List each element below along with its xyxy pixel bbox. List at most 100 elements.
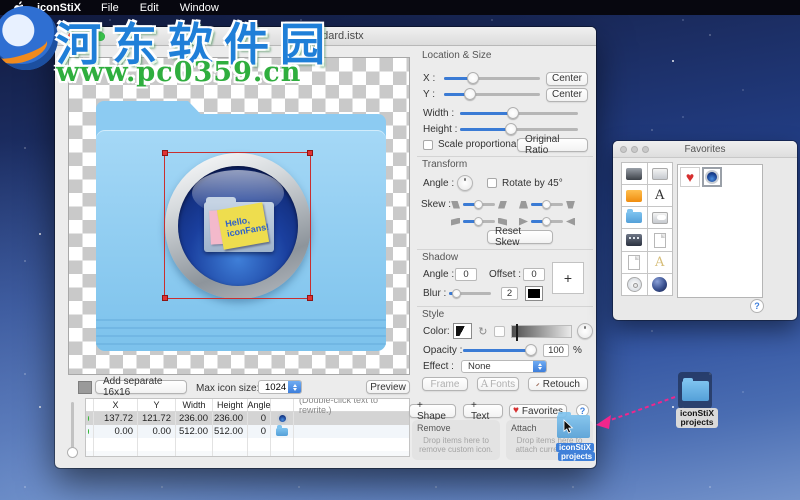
grid-item[interactable]	[648, 163, 673, 184]
blur-slider-thumb[interactable]	[452, 289, 461, 298]
cell-angle[interactable]: 0	[248, 425, 271, 438]
color-swatch-icon[interactable]	[454, 324, 471, 338]
table-row[interactable]: 0.00 0.00 512.00 512.00 0	[86, 425, 409, 438]
palette-titlebar[interactable]: Favorites	[613, 141, 797, 158]
refresh-icon[interactable]: ↻	[478, 325, 487, 338]
cell-x[interactable]: 0.00	[94, 425, 138, 438]
skew-slider-2[interactable]	[531, 203, 563, 206]
original-ratio-button[interactable]: Original Ratio	[517, 138, 588, 152]
rotate45-checkbox[interactable]	[487, 178, 497, 188]
favorite-item-heart[interactable]: ♥	[680, 167, 700, 187]
grid-item[interactable]: A	[648, 185, 673, 206]
selection-rect[interactable]	[164, 152, 311, 299]
width-slider[interactable]	[460, 112, 578, 115]
remove-dropzone[interactable]: Remove Drop items here to remove custom …	[412, 420, 500, 460]
grid-item[interactable]	[622, 207, 647, 228]
y-slider-thumb[interactable]	[464, 88, 476, 100]
width-slider-thumb[interactable]	[507, 107, 519, 119]
color-well[interactable]	[494, 326, 505, 337]
palette-close-button[interactable]	[620, 146, 627, 153]
cell-height[interactable]: 512.00	[213, 425, 248, 438]
center-y-button[interactable]: Center	[546, 88, 588, 102]
shadow-offset-field[interactable]: 0	[523, 268, 545, 281]
cell-height[interactable]: 236.00	[213, 412, 248, 425]
layers-table[interactable]: X Y Width Height Angle (Double-click tex…	[85, 398, 410, 457]
fonts-button[interactable]: A Fonts	[477, 377, 519, 391]
drag-ghost[interactable]	[557, 415, 590, 438]
frame-button[interactable]: Frame	[422, 377, 468, 391]
menu-app-name[interactable]: iconStiX	[37, 2, 81, 14]
skew-slider-1[interactable]	[463, 203, 495, 206]
grid-item[interactable]	[622, 274, 647, 295]
palette-minimize-button[interactable]	[631, 146, 638, 153]
desktop-icon-iconstix-projects[interactable]	[678, 372, 712, 409]
gradient-slider[interactable]	[511, 325, 572, 338]
selection-handle-bottomleft[interactable]	[162, 295, 168, 301]
cell-y[interactable]: 121.72	[138, 412, 176, 425]
menu-item-window[interactable]: Window	[180, 2, 219, 14]
grid-item[interactable]	[648, 274, 673, 295]
skew-slider-4-thumb[interactable]	[542, 217, 551, 226]
cell-x[interactable]: 137.72	[94, 412, 138, 425]
skew-slider-3-thumb[interactable]	[474, 217, 483, 226]
max-icon-size-stepper[interactable]: 1024	[258, 380, 302, 394]
angle-dial[interactable]	[457, 175, 473, 191]
skew-slider-4[interactable]	[531, 220, 563, 223]
window-titlebar[interactable]: standard.istx	[55, 27, 596, 46]
selection-handle-topright[interactable]	[307, 150, 313, 156]
menu-item-edit[interactable]: Edit	[140, 2, 159, 14]
cell-y[interactable]: 0.00	[138, 425, 176, 438]
minimize-button[interactable]	[82, 32, 91, 41]
selection-handle-bottomright[interactable]	[307, 295, 313, 301]
favorites-list[interactable]: ♥	[677, 164, 763, 298]
grid-item[interactable]	[622, 163, 647, 184]
desktop-icon-label[interactable]: iconStiX projects	[676, 408, 718, 428]
effect-dropdown[interactable]: None	[461, 360, 547, 373]
grid-item[interactable]	[622, 185, 647, 206]
header-height[interactable]: Height	[213, 399, 248, 411]
opacity-slider-thumb[interactable]	[525, 344, 537, 356]
header-angle[interactable]: Angle	[248, 399, 271, 411]
preview-button[interactable]: Preview	[366, 380, 410, 394]
color-dial[interactable]	[577, 323, 593, 339]
reset-skew-button[interactable]: Reset Skew	[487, 230, 553, 244]
skew-slider-2-thumb[interactable]	[542, 200, 551, 209]
visible-dot-icon[interactable]	[88, 429, 89, 434]
cell-angle[interactable]: 0	[248, 412, 271, 425]
x-slider[interactable]	[444, 77, 540, 80]
canvas-zoom-slider[interactable]	[71, 402, 74, 454]
cell-width[interactable]: 512.00	[176, 425, 213, 438]
y-slider[interactable]	[444, 93, 540, 96]
canvas-zoom-thumb[interactable]	[67, 447, 78, 458]
favorite-item-badge[interactable]	[702, 167, 722, 187]
apple-menu-icon[interactable]	[12, 1, 23, 14]
grid-item[interactable]	[648, 207, 673, 228]
close-button[interactable]	[68, 32, 77, 41]
cell-width[interactable]: 236.00	[176, 412, 213, 425]
skew-slider-1-thumb[interactable]	[474, 200, 483, 209]
table-row[interactable]: 137.72 121.72 236.00 236.00 0	[86, 412, 409, 425]
add-separate-button[interactable]: Add separate 16x16	[95, 380, 187, 394]
height-slider[interactable]	[460, 128, 578, 131]
shadow-preset-well[interactable]: +	[552, 262, 584, 294]
center-x-button[interactable]: Center	[546, 72, 588, 86]
menu-item-file[interactable]: File	[101, 2, 119, 14]
scale-proportionally-checkbox[interactable]	[423, 140, 433, 150]
x-slider-thumb[interactable]	[467, 72, 479, 84]
skew-slider-3[interactable]	[463, 220, 495, 223]
visible-dot-icon[interactable]	[88, 416, 89, 421]
grid-item[interactable]	[648, 229, 673, 250]
shadow-angle-field[interactable]: 0	[455, 268, 477, 281]
blur-field[interactable]: 2	[501, 287, 518, 300]
palette-help-button[interactable]: ?	[750, 299, 764, 313]
header-y[interactable]: Y	[138, 399, 176, 411]
header-x[interactable]: X	[94, 399, 138, 411]
editor-canvas[interactable]: Hello, iconFans!	[68, 57, 410, 375]
shadow-color-swatch[interactable]	[526, 287, 542, 300]
add-text-button[interactable]: + Text	[463, 404, 503, 418]
blur-slider[interactable]	[449, 292, 491, 295]
opacity-field[interactable]: 100	[543, 344, 569, 357]
zoom-button[interactable]	[96, 32, 105, 41]
header-width[interactable]: Width	[176, 399, 213, 411]
palette-zoom-button[interactable]	[642, 146, 649, 153]
